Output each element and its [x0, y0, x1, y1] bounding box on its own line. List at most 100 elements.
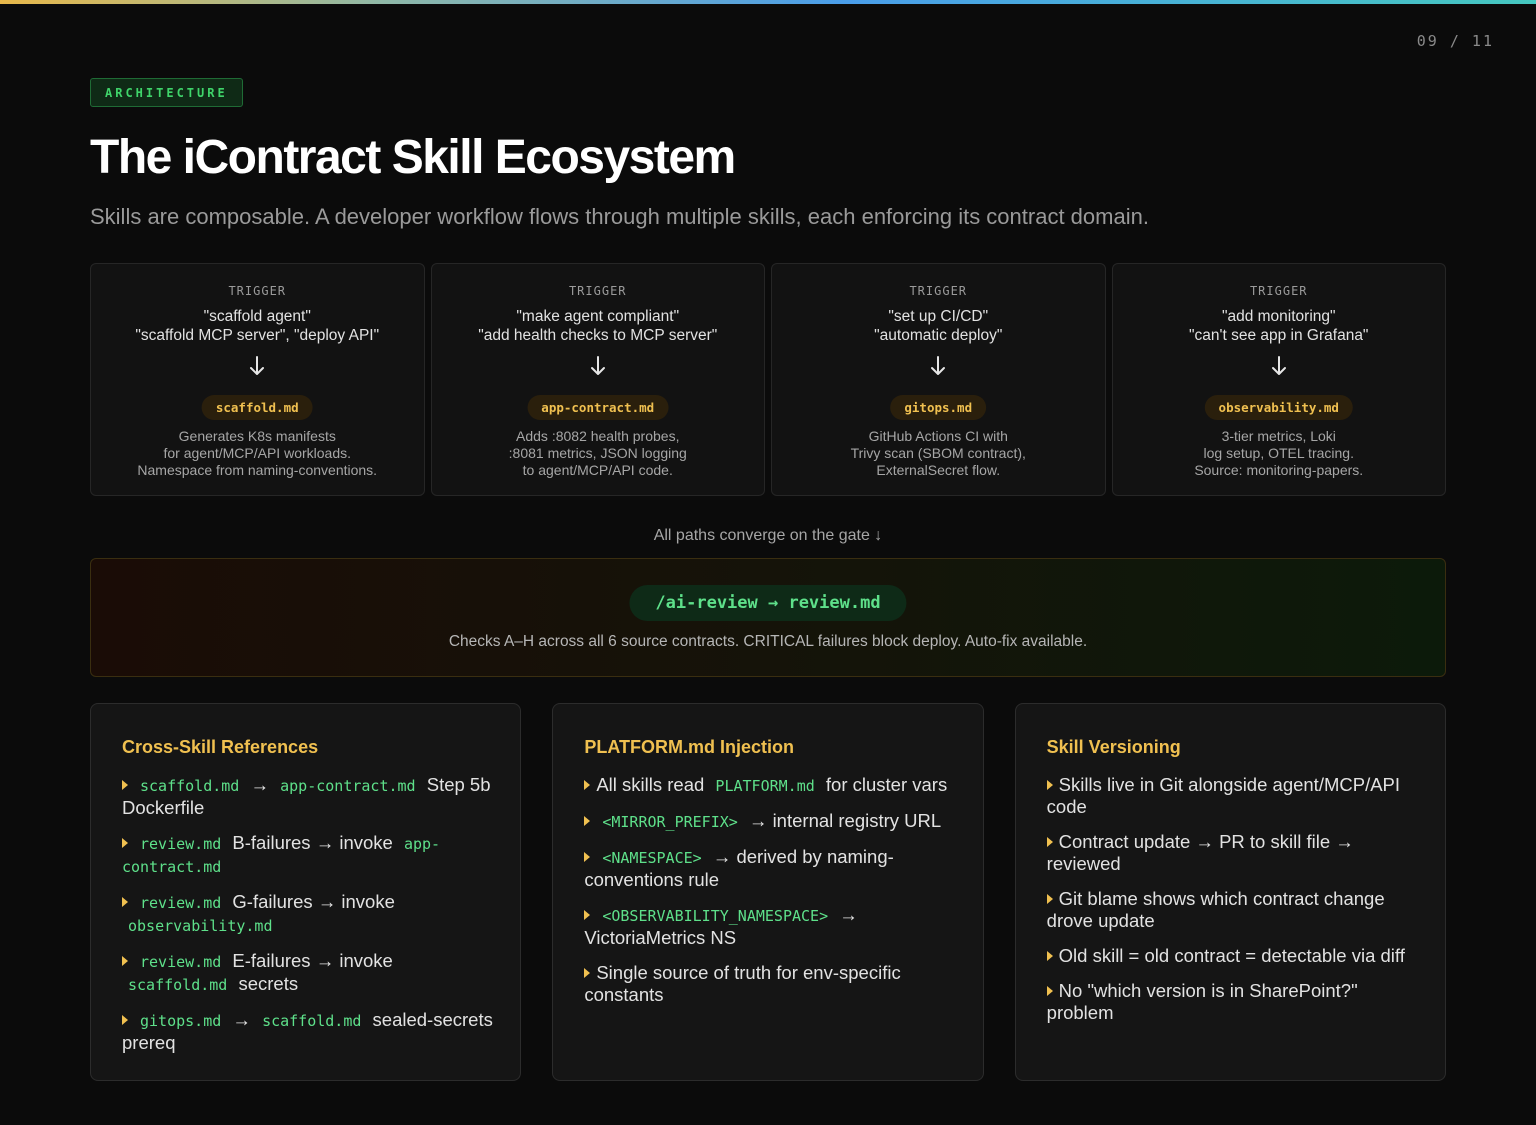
list-item: scaffold.md → app-contract.md Step 5b Do… [122, 774, 496, 819]
skill-description: Generates K8s manifests for agent/MCP/API… [101, 428, 414, 479]
skill-description: 3-tier metrics, Loki log setup, OTEL trac… [1123, 428, 1436, 479]
caret-right-icon [122, 1015, 128, 1025]
caret-right-icon [584, 816, 591, 826]
description-line: log setup, OTEL tracing. [1203, 445, 1354, 461]
code-reference: scaffold.md [128, 976, 228, 994]
page-subtitle: Skills are composable. A developer workf… [90, 204, 1149, 229]
description-line: Generates K8s manifests [178, 428, 336, 444]
flow-card: TRIGGER "set up CI/CD" "automatic deploy" g… [771, 263, 1106, 496]
list-text: No "which version is in SharePoint?" pro… [1046, 980, 1358, 1023]
info-panel: PLATFORM.md Injection All skills read PLA… [552, 703, 984, 1081]
description-line: 3-tier metrics, Loki [1221, 428, 1336, 444]
list-item: review.md B-failures → invoke app-contra… [122, 832, 496, 878]
converge-text: All paths converge on the gate ↓ [653, 527, 883, 544]
info-panels-row: Cross-Skill References scaffold.md → app-… [90, 703, 1446, 1081]
caret-right-icon [122, 780, 128, 790]
code-reference: <NAMESPACE> [602, 849, 702, 867]
list-item: review.md G-failures → invoke observabil… [122, 891, 496, 937]
trigger-label: TRIGGER [1249, 284, 1308, 298]
list-text: Skills live in Git alongside agent/MCP/A… [1046, 774, 1401, 817]
trigger-phrase: "scaffold agent" [203, 308, 311, 325]
panel-title: Cross-Skill References [122, 737, 319, 757]
list-item: Git blame shows which contract change dr… [1046, 888, 1421, 932]
code-reference: gitops.md [140, 1012, 222, 1030]
code-reference: PLATFORM.md [715, 777, 815, 795]
list-text: secrets [233, 973, 299, 994]
list-text: → internal registry URL [743, 810, 942, 831]
description-line: GitHub Actions CI with [868, 428, 1008, 444]
trigger-phrase: "add health checks to MCP server" [478, 327, 718, 344]
page-counter: 09 / 11 [1416, 32, 1494, 50]
code-reference: review.md [140, 894, 222, 912]
caret-right-icon [1046, 986, 1053, 996]
trigger-phrase: "can't see app in Grafana" [1189, 327, 1369, 344]
trigger-phrase: "automatic deploy" [874, 327, 1003, 344]
list-text: Old skill = old contract = detectable vi… [1058, 945, 1405, 966]
info-panel: Cross-Skill References scaffold.md → app-… [90, 703, 522, 1081]
gate-command: /ai-review → review.md [629, 585, 907, 621]
list-text: E-failures → invoke [227, 950, 393, 971]
flow-card: TRIGGER "make agent compliant" "add health… [430, 263, 765, 496]
list-item: <MIRROR_PREFIX> → internal registry URL [584, 810, 958, 833]
skill-file-pill: observability.md [1204, 395, 1353, 420]
trigger-phrase: "make agent compliant" [516, 308, 680, 325]
code-reference: review.md [140, 953, 222, 971]
list-item: All skills read PLATFORM.md for cluster … [584, 774, 958, 797]
section-badge: ARCHITECTURE [90, 78, 243, 107]
panel-list: scaffold.md → app-contract.md Step 5b Do… [122, 774, 496, 1054]
list-item: No "which version is in SharePoint?" pro… [1046, 980, 1421, 1024]
trigger-phrases: "scaffold agent" "scaffold MCP server", "… [91, 307, 424, 345]
flow-card: TRIGGER "add monitoring" "can't see app in… [1111, 263, 1446, 496]
caret-right-icon [1046, 951, 1053, 961]
panel-list: Skills live in Git alongside agent/MCP/A… [1046, 774, 1421, 1024]
top-gradient-bar [0, 0, 1536, 4]
list-text: Git blame shows which contract change dr… [1046, 888, 1385, 931]
list-item: gitops.md → scaffold.md sealed-secrets p… [122, 1009, 496, 1054]
list-text: → [227, 1009, 257, 1030]
caret-right-icon [584, 852, 591, 862]
flow-card: TRIGGER "scaffold agent" "scaffold MCP ser… [90, 263, 425, 496]
caret-right-icon [584, 910, 591, 920]
description-line: Source: monitoring-papers. [1194, 462, 1364, 478]
list-item: <NAMESPACE> → derived by naming-conventi… [584, 846, 958, 891]
description-line: :8081 metrics, JSON logging [508, 445, 687, 461]
list-text: B-failures → invoke [227, 832, 398, 853]
trigger-phrases: "make agent compliant" "add health checks… [432, 307, 765, 345]
code-reference: <OBSERVABILITY_NAMESPACE> [602, 907, 829, 925]
trigger-phrase: "add monitoring" [1221, 308, 1336, 325]
caret-right-icon [584, 780, 591, 790]
skill-description: Adds :8082 health probes,:8081 metrics, … [442, 428, 755, 479]
skill-file-pill: scaffold.md [201, 395, 313, 420]
code-reference: scaffold.md [262, 1012, 362, 1030]
trigger-label: TRIGGER [228, 284, 287, 298]
list-text: Contract update → PR to skill file → rev… [1046, 831, 1354, 874]
arrow-down-icon [91, 356, 424, 376]
arrow-down-icon [772, 356, 1105, 376]
list-item: Skills live in Git alongside agent/MCP/A… [1046, 774, 1421, 818]
caret-right-icon [584, 968, 591, 978]
review-gate: /ai-review → review.md Checks A–H across… [90, 558, 1446, 677]
description-line: ExternalSecret flow. [876, 462, 1001, 478]
caret-right-icon [122, 897, 128, 907]
list-item: review.md E-failures → invoke scaffold.m… [122, 950, 496, 996]
trigger-phrase: "scaffold MCP server", "deploy API" [135, 327, 380, 344]
list-text: Single source of truth for env-specific … [584, 962, 901, 1005]
info-panel: Skill Versioning Skills live in Git along… [1014, 703, 1446, 1081]
code-reference: observability.md [128, 917, 273, 935]
trigger-phrases: "set up CI/CD" "automatic deploy" [772, 307, 1105, 345]
list-text: → [245, 774, 275, 795]
trigger-label: TRIGGER [568, 284, 627, 298]
list-text: All skills read [596, 774, 710, 795]
description-line: Trivy scan (SBOM contract), [850, 445, 1026, 461]
caret-right-icon [122, 956, 128, 966]
description-line: Adds :8082 health probes, [516, 428, 680, 444]
skill-file-pill: app-contract.md [527, 395, 669, 420]
arrow-down-icon [432, 356, 765, 376]
code-reference: <MIRROR_PREFIX> [602, 813, 738, 831]
gate-description: Checks A–H across all 6 source contracts… [448, 633, 1088, 650]
list-text: for cluster vars [820, 774, 948, 795]
description-line: Namespace from naming-conventions. [137, 462, 378, 478]
panel-title: Skill Versioning [1046, 737, 1181, 757]
page-title: The iContract Skill Ecosystem [90, 131, 736, 184]
list-item: Old skill = old contract = detectable vi… [1046, 945, 1421, 967]
